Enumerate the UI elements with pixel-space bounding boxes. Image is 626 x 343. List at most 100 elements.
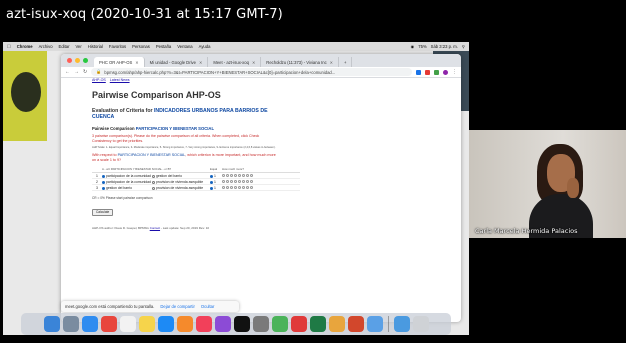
scale-options[interactable] [222,186,294,190]
launchpad-icon[interactable] [62,316,79,332]
menu-ver[interactable]: Ver [76,44,82,49]
scale-radio-3[interactable] [226,174,229,178]
scale-radio-3[interactable] [226,186,229,190]
scale-radio-7[interactable] [242,186,245,190]
radio-icon[interactable] [102,174,105,178]
scale-radio-6[interactable] [238,186,241,190]
extension-icon[interactable] [425,69,430,75]
extension-icon[interactable] [434,69,439,75]
scale-radio-4[interactable] [230,180,233,184]
chrome-icon[interactable] [100,316,117,332]
radio-icon[interactable] [210,180,213,184]
scale-radio-2[interactable] [222,180,225,184]
scale-radio-6[interactable] [238,180,241,184]
scale-radio-9[interactable] [250,186,253,190]
no-entry-icon[interactable] [290,316,307,332]
notes-icon[interactable] [138,316,155,332]
menu-pestana[interactable]: Pestaña [156,44,171,49]
podcasts-icon[interactable] [214,316,231,332]
tab-ahp-os[interactable]: PHC OR AHP-OS ✕ [94,57,145,67]
radio-icon[interactable] [210,186,213,190]
equal-option[interactable]: 1 [210,186,222,190]
scale-radio-9[interactable] [250,174,253,178]
close-tab-icon[interactable]: ✕ [252,60,255,65]
breadcrumb-ahp-os[interactable]: AHP-OS [92,78,106,82]
criterion-a-option[interactable]: participacion de la comunidad [102,174,152,178]
menubar-clock[interactable]: Sáb 3:23 p. m. [431,44,458,49]
menu-ventana[interactable]: Ventana [177,44,192,49]
search-icon[interactable]: ⚲ [462,44,465,49]
scale-radio-5[interactable] [234,180,237,184]
preview-icon[interactable] [366,316,383,332]
new-tab-button[interactable]: + [339,57,353,67]
scale-radio-3[interactable] [226,180,229,184]
contact-link[interactable]: Contact [150,226,160,230]
calendar-icon[interactable] [119,316,136,332]
scale-radio-8[interactable] [246,186,249,190]
tab-meet[interactable]: Meet - azt-isux-xoq ✕ [208,57,262,67]
apple-icon[interactable]:  [7,44,11,50]
battery-percent[interactable]: 75% [418,44,426,49]
scale-radio-8[interactable] [246,180,249,184]
scale-radio-8[interactable] [246,174,249,178]
tab-google-drive[interactable]: Mi unidad - Google Drive ✕ [145,57,209,67]
scale-radio-2[interactable] [222,174,225,178]
close-tab-icon[interactable]: ✕ [330,60,333,65]
profile-avatar[interactable] [443,69,448,75]
tab-recholdzu[interactable]: Recholdzu (11:373) - Viviana Inc ✕ [261,57,340,67]
scale-radio-4[interactable] [230,174,233,178]
forward-arrow-icon[interactable]: → [74,69,79,75]
menu-editar[interactable]: Editar [59,44,70,49]
scale-radio-6[interactable] [238,174,241,178]
scale-radio-2[interactable] [222,186,225,190]
maps-icon[interactable] [271,316,288,332]
scale-radio-7[interactable] [242,174,245,178]
radio-icon[interactable] [152,174,155,178]
menu-favoritos[interactable]: Favoritos [109,44,126,49]
photos-icon[interactable] [176,316,193,332]
scale-options[interactable] [222,180,294,184]
powerpoint-icon[interactable] [347,316,364,332]
app-store-icon[interactable] [157,316,174,332]
radio-icon[interactable] [102,186,105,190]
zoom-window-icon[interactable] [83,58,88,63]
menu-dots-icon[interactable]: ⋮ [452,69,457,75]
close-tab-icon[interactable]: ✕ [135,60,138,65]
breadcrumb-latest-news[interactable]: Latest News [110,78,130,82]
folder-icon[interactable] [393,316,410,332]
scale-radio-5[interactable] [234,174,237,178]
scale-options[interactable] [222,174,294,178]
calculate-button[interactable]: Calculate [92,208,114,216]
excel-icon[interactable] [309,316,326,332]
settings-icon[interactable] [252,316,269,332]
criterion-a-option[interactable]: participacion de la comunidad [102,180,152,184]
tv-icon[interactable] [233,316,250,332]
safari-icon[interactable] [81,316,98,332]
menu-archivo[interactable]: Archivo [39,44,53,49]
finder-icon[interactable] [43,316,60,332]
menu-ayuda[interactable]: Ayuda [199,44,211,49]
radio-icon[interactable] [102,180,105,184]
wifi-icon[interactable]: ◉ [411,44,415,49]
hide-button[interactable]: Ocultar [201,304,215,309]
criterion-b-option[interactable]: provision de vivienda asequible [152,186,210,190]
close-tab-icon[interactable]: ✕ [199,60,202,65]
menu-personas[interactable]: Personas [132,44,150,49]
equal-option[interactable]: 1 [210,180,222,184]
extension-icon[interactable] [416,69,421,75]
scale-radio-5[interactable] [234,186,237,190]
music-icon[interactable] [195,316,212,332]
radio-icon[interactable] [152,186,155,190]
chrome-alt-icon[interactable] [328,316,345,332]
stop-sharing-button[interactable]: Dejar de compartir [160,304,194,309]
minimize-window-icon[interactable] [75,58,80,63]
criterion-a-option[interactable]: gestion del barrio [102,186,152,190]
close-window-icon[interactable] [67,58,72,63]
menu-historial[interactable]: Historial [88,44,103,49]
equal-option[interactable]: 1 [210,174,222,178]
scale-radio-9[interactable] [250,180,253,184]
trash-icon[interactable] [412,316,429,332]
radio-icon[interactable] [210,174,213,178]
back-arrow-icon[interactable]: ← [65,69,70,75]
scale-radio-7[interactable] [242,180,245,184]
